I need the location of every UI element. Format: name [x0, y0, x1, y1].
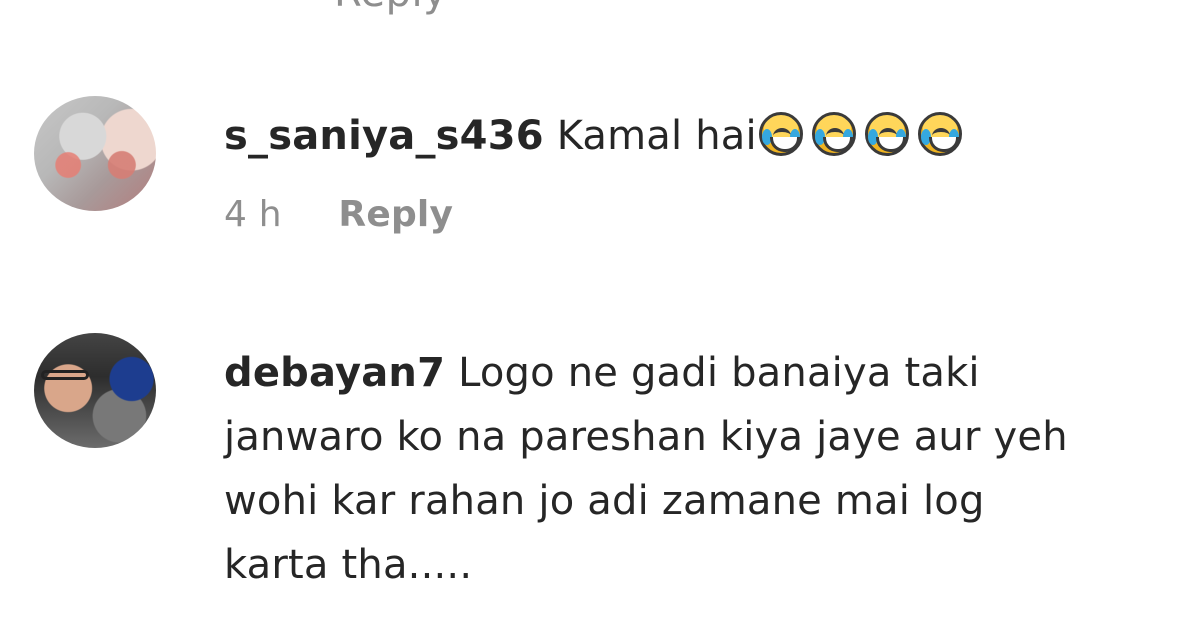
comment-line-1: Logo ne gadi banaiya taki	[458, 350, 980, 396]
face-with-tears-of-joy-icon	[758, 112, 803, 156]
comment-content: s_saniya_s436 Kamal hai	[224, 104, 1184, 168]
comment-line-2: janwaro ko na pareshan kiya jaye aur yeh	[224, 414, 1068, 460]
comment-text: Kamal hai	[556, 113, 757, 159]
comment-meta: 4 h Reply	[224, 194, 498, 235]
avatar[interactable]	[34, 333, 156, 448]
glasses-icon	[41, 370, 89, 380]
avatar[interactable]	[34, 96, 156, 211]
comment-line-3: wohi kar rahan jo adi zamane mai log	[224, 478, 985, 524]
comment-username[interactable]: s_saniya_s436	[224, 113, 544, 159]
reply-button[interactable]: Reply	[338, 194, 453, 235]
face-with-tears-of-joy-icon	[917, 112, 962, 156]
previous-comment-reply-link[interactable]: Reply	[334, 0, 447, 16]
comment-username[interactable]: debayan7	[224, 350, 445, 396]
comment-time: 4 h	[224, 194, 282, 235]
comment-text-block: s_saniya_s436 Kamal hai	[224, 104, 1184, 168]
face-with-tears-of-joy-icon	[864, 112, 909, 156]
comment-line-4: karta tha.....	[224, 542, 473, 588]
comment-text-block: debayan7 Logo ne gadi banaiya taki janwa…	[224, 341, 1184, 597]
comment-content: debayan7 Logo ne gadi banaiya taki janwa…	[224, 341, 1184, 597]
face-with-tears-of-joy-icon	[811, 112, 856, 156]
